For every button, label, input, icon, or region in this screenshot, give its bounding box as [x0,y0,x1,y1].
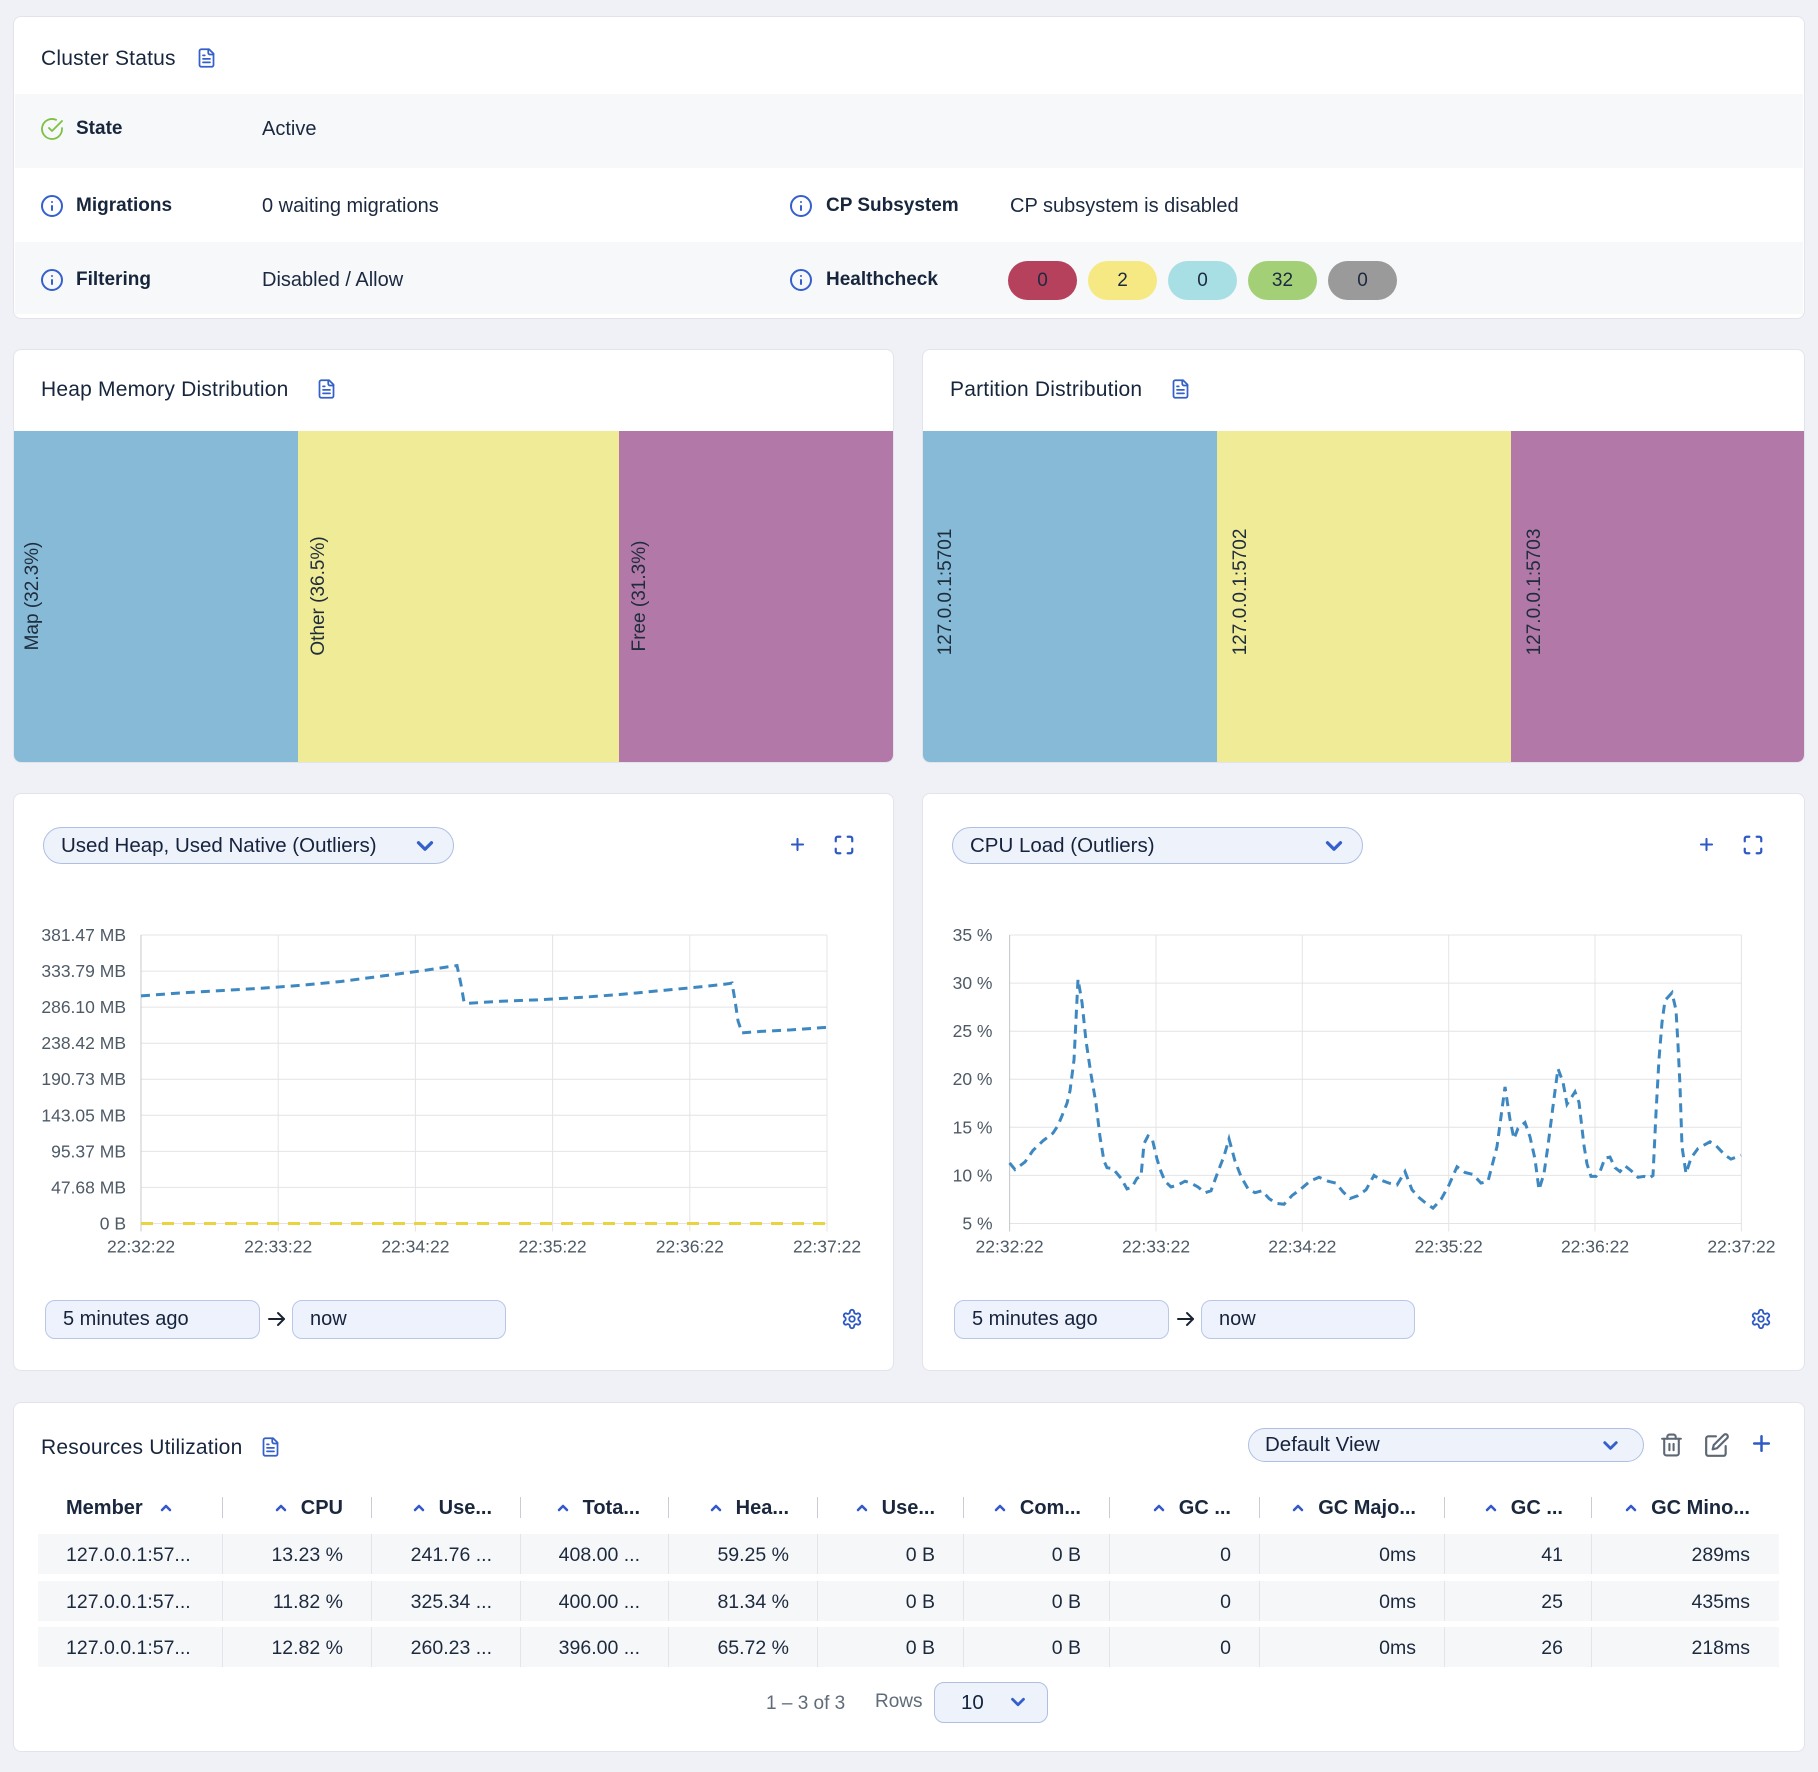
svg-text:22:37:22: 22:37:22 [793,1237,861,1257]
svg-text:35 %: 35 % [953,925,993,945]
svg-text:15 %: 15 % [953,1117,993,1137]
svg-text:333.79 MB: 333.79 MB [41,961,126,981]
svg-text:190.73 MB: 190.73 MB [41,1069,126,1089]
svg-text:5 %: 5 % [962,1214,992,1234]
svg-text:22:35:22: 22:35:22 [1415,1237,1483,1257]
svg-text:22:34:22: 22:34:22 [1268,1237,1336,1257]
svg-text:238.42 MB: 238.42 MB [41,1033,126,1053]
svg-text:20 %: 20 % [953,1069,993,1089]
svg-text:0 B: 0 B [100,1214,126,1234]
svg-text:286.10 MB: 286.10 MB [41,997,126,1017]
svg-text:143.05 MB: 143.05 MB [41,1105,126,1125]
svg-text:22:32:22: 22:32:22 [976,1237,1044,1257]
svg-text:47.68 MB: 47.68 MB [51,1177,126,1197]
svg-text:22:32:22: 22:32:22 [107,1237,175,1257]
svg-text:22:34:22: 22:34:22 [381,1237,449,1257]
svg-text:22:33:22: 22:33:22 [244,1237,312,1257]
svg-text:10 %: 10 % [953,1165,993,1185]
svg-text:22:37:22: 22:37:22 [1707,1237,1775,1257]
svg-text:22:33:22: 22:33:22 [1122,1237,1190,1257]
svg-text:95.37 MB: 95.37 MB [51,1141,126,1161]
svg-text:22:36:22: 22:36:22 [1561,1237,1629,1257]
svg-text:381.47 MB: 381.47 MB [41,925,126,945]
svg-text:25 %: 25 % [953,1021,993,1041]
svg-text:22:36:22: 22:36:22 [656,1237,724,1257]
svg-text:30 %: 30 % [953,973,993,993]
svg-text:22:35:22: 22:35:22 [519,1237,587,1257]
